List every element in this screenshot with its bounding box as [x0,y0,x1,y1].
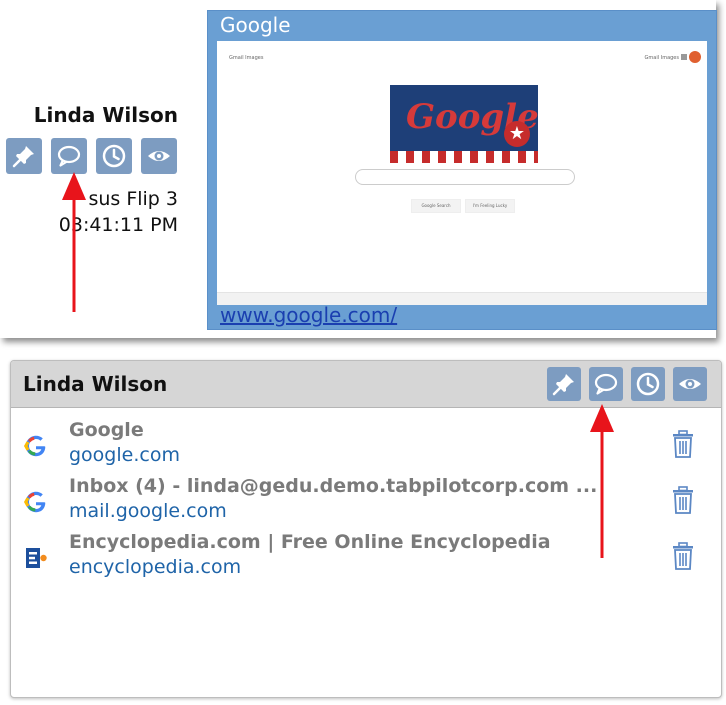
panel-header: Linda Wilson [11,361,721,408]
tab-title: Google [69,419,144,441]
chat-icon [57,145,81,167]
history-button[interactable] [631,367,665,401]
mini-search-box [355,169,575,185]
tab-title: Inbox (4) - linda@gedu.demo.tabpilotcorp… [69,475,598,497]
view-screen-button[interactable] [141,138,177,174]
chat-button[interactable] [589,367,623,401]
eye-icon [148,151,170,161]
thumbnail-screenshot: Gmail Images Gmail Images Google ★ Googl… [217,41,707,305]
device-name: sus Flip 3 [88,188,178,210]
mini-lucky-button: I'm Feeling Lucky [465,199,515,213]
panel-student-name: Linda Wilson [23,372,168,396]
chat-icon [594,373,618,395]
mini-search-button: Google Search [411,199,461,213]
clock-icon [102,144,126,168]
clock-icon [636,372,660,396]
pin-icon [552,374,574,396]
student-tile-toolbar [6,138,177,174]
thumbnail-title: Google [220,13,291,37]
trash-icon[interactable] [671,429,695,459]
avatar [689,51,701,63]
annotation-arrow-icon [62,172,86,312]
encyclopedia-favicon [26,548,47,568]
panel-toolbar [547,367,707,401]
chat-button[interactable] [51,138,87,174]
mini-top-right-links: Gmail Images [644,55,679,61]
tab-url[interactable]: encyclopedia.com [69,556,241,578]
tab-title: Encyclopedia.com | Free Online Encyclope… [69,531,551,553]
screen-thumbnail[interactable]: Google Gmail Images Gmail Images Google … [207,10,717,330]
tab-url[interactable]: google.com [69,444,180,466]
annotation-arrow-icon [590,404,614,558]
thumbnail-url-link[interactable]: www.google.com/ [220,303,397,327]
doodle-stripes [390,151,538,163]
student-name: Linda Wilson [33,103,178,127]
mini-top-links: Gmail Images [229,55,264,61]
eye-icon [679,379,701,389]
star-icon: ★ [504,121,530,147]
pin-button[interactable] [6,138,42,174]
google-favicon [23,435,46,457]
pin-icon [12,146,34,168]
pin-button[interactable] [547,367,581,401]
trash-icon[interactable] [671,485,695,515]
history-button[interactable] [96,138,132,174]
student-tile: Linda Wilson sus Flip 3 03:41:11 PM Goog… [0,0,717,338]
google-favicon [23,491,46,513]
trash-icon[interactable] [671,541,695,571]
google-doodle: Google ★ [390,85,538,163]
view-screen-button[interactable] [673,367,707,401]
tab-url[interactable]: mail.google.com [69,500,227,522]
apps-grid-icon [681,54,687,60]
